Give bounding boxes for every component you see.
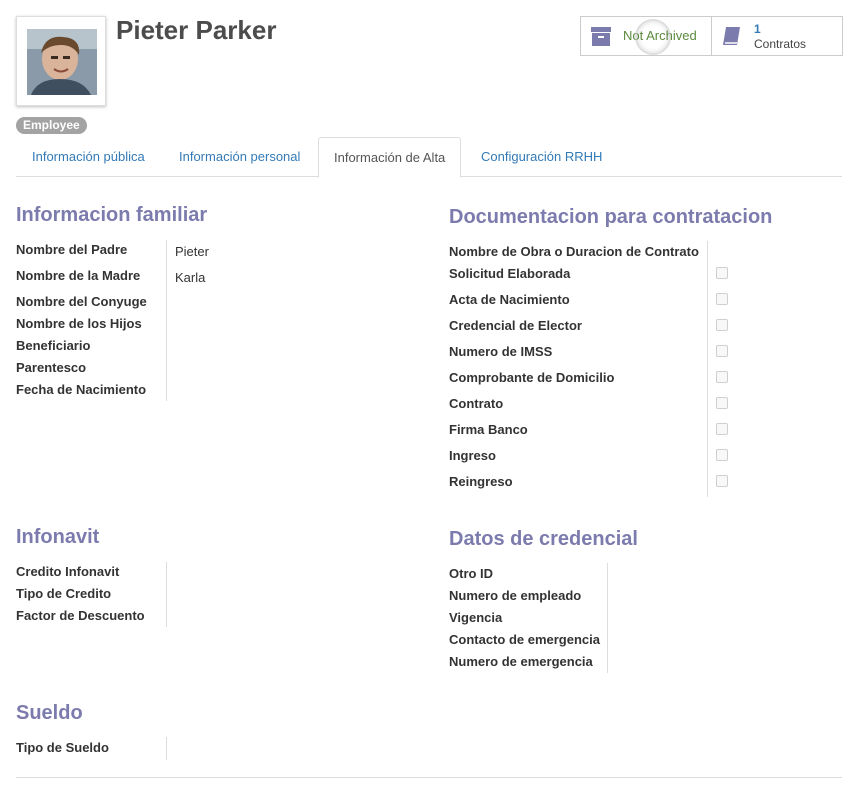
field-label-padre: Nombre del Padre [16, 242, 128, 257]
field-label-numero-empleado: Numero de empleado [449, 588, 582, 603]
field-label-domicilio: Comprobante de Domicilio [449, 370, 615, 385]
employee-name[interactable]: Pieter Parker [116, 15, 276, 46]
field-label-numero-emergencia: Numero de emergencia [449, 654, 593, 669]
field-label-contrato: Contrato [449, 396, 504, 411]
checkbox-imss[interactable] [716, 345, 728, 357]
contracts-button[interactable]: 1 Contratos [711, 16, 843, 56]
field-label-conyuge: Nombre del Conyuge [16, 294, 147, 309]
section-title-infonavit: Infonavit [16, 526, 100, 548]
field-label-solicitud: Solicitud Elaborada [449, 266, 571, 281]
checkbox-domicilio[interactable] [716, 371, 728, 383]
field-label-parentesco: Parentesco [16, 360, 87, 375]
checkbox-firma-banco[interactable] [716, 423, 728, 435]
field-label-firma-banco: Firma Banco [449, 422, 528, 437]
field-value-madre[interactable]: Karla [175, 270, 205, 285]
checkbox-contrato[interactable] [716, 397, 728, 409]
field-label-contacto-emergencia: Contacto de emergencia [449, 632, 600, 647]
employee-photo[interactable] [16, 16, 106, 106]
field-label-hijos: Nombre de los Hijos [16, 316, 142, 331]
book-icon [723, 27, 740, 45]
tab-informacion-publica[interactable]: Información pública [17, 137, 160, 177]
checkbox-reingreso[interactable] [716, 475, 728, 487]
field-label-imss: Numero de IMSS [449, 344, 553, 359]
bottom-divider [16, 777, 842, 778]
field-label-ingreso: Ingreso [449, 448, 496, 463]
field-label-vigencia: Vigencia [449, 610, 503, 625]
field-label-reingreso: Reingreso [449, 474, 513, 489]
field-label-acta: Acta de Nacimiento [449, 292, 570, 307]
field-label-beneficiario: Beneficiario [16, 338, 91, 353]
field-label-credencial: Credencial de Elector [449, 318, 582, 333]
section-title-sueldo: Sueldo [16, 702, 83, 724]
field-label-factor-descuento: Factor de Descuento [16, 608, 145, 623]
field-divider [166, 562, 167, 627]
field-divider [166, 737, 167, 760]
checkbox-acta[interactable] [716, 293, 728, 305]
field-divider [166, 240, 167, 401]
checkbox-solicitud[interactable] [716, 267, 728, 279]
field-label-madre: Nombre de la Madre [16, 268, 141, 283]
contracts-count: 1 [754, 22, 761, 36]
field-label-tipo-credito: Tipo de Credito [16, 586, 112, 601]
field-divider [607, 563, 608, 673]
archive-icon [591, 27, 611, 46]
click-ripple [635, 19, 671, 55]
field-label-nombre-obra: Nombre de Obra o Duracion de Contrato [449, 244, 699, 259]
field-value-padre[interactable]: Pieter [175, 244, 209, 259]
archive-toggle-button[interactable]: Not Archived [580, 16, 712, 56]
section-title-familiar: Informacion familiar [16, 204, 208, 226]
checkbox-credencial[interactable] [716, 319, 728, 331]
tab-configuracion-rrhh[interactable]: Configuración RRHH [466, 137, 617, 177]
tab-informacion-personal[interactable]: Información personal [164, 137, 315, 177]
checkbox-ingreso[interactable] [716, 449, 728, 461]
field-label-otro-id: Otro ID [449, 566, 494, 581]
field-label-credito-infonavit: Credito Infonavit [16, 564, 120, 579]
field-label-tipo-sueldo: Tipo de Sueldo [16, 740, 109, 755]
contracts-label: Contratos [754, 37, 807, 51]
notebook-tabs: Información pública Información personal… [16, 137, 842, 178]
tab-informacion-de-alta[interactable]: Información de Alta [318, 137, 462, 178]
field-label-fecha-nacimiento: Fecha de Nacimiento [16, 382, 147, 397]
employee-tag-badge: Employee [16, 117, 87, 134]
field-divider [707, 241, 708, 497]
section-title-credencial: Datos de credencial [449, 528, 638, 550]
section-title-documentacion: Documentacion para contratacion [449, 206, 773, 228]
avatar-image [27, 29, 97, 95]
